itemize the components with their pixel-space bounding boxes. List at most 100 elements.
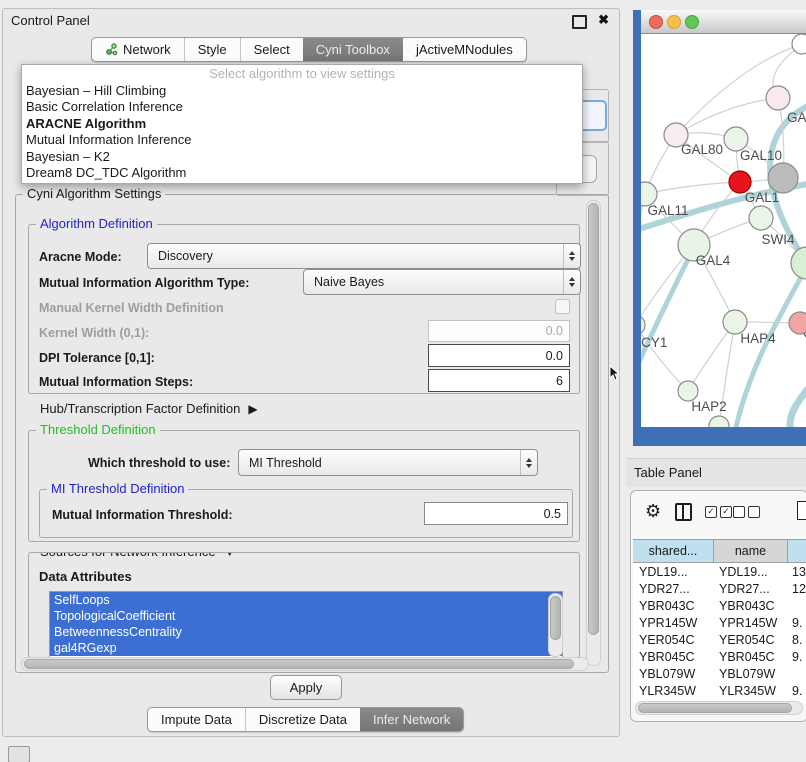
select-all-columns-icon[interactable]: ✓✓ (705, 506, 732, 518)
manual-kernel-checkbox[interactable] (555, 299, 570, 314)
table-horizontal-scrollbar[interactable] (635, 701, 803, 715)
algorithm-dropdown-popup: Select algorithm to view settings Bayesi… (21, 64, 583, 184)
apply-button[interactable]: Apply (270, 675, 342, 700)
float-window-icon[interactable] (572, 15, 587, 29)
network-node-hap2[interactable] (678, 381, 698, 401)
data-attribute-item[interactable]: SelfLoops (50, 592, 562, 608)
network-view-window: GAL7GAL80GAL10GAL1GAL11GAL4SWI4GCY1HAP4Y… (633, 10, 806, 446)
tab-network-label: Network (123, 42, 171, 57)
network-canvas[interactable]: GAL7GAL80GAL10GAL1GAL11GAL4SWI4GCY1HAP4Y… (641, 34, 806, 427)
table-row[interactable]: YBR045CYBR045C9. (633, 648, 806, 665)
table-cell: YBR043C (713, 599, 786, 613)
mac-minimize-button[interactable] (667, 15, 681, 29)
table-cell: YBL079W (713, 667, 786, 681)
node-label: GAL1 (745, 190, 780, 205)
tab-select[interactable]: Select (240, 38, 303, 61)
algorithm-option[interactable]: Bayesian – Hill Climbing (22, 83, 582, 99)
network-node-swi4[interactable] (791, 247, 806, 279)
node-label: SWI4 (761, 232, 794, 247)
list-vertical-scrollbar[interactable] (548, 593, 563, 657)
minimized-panel-icon[interactable] (8, 746, 30, 762)
dpi-tolerance-field[interactable]: 0.0 (428, 344, 570, 367)
network-icon (105, 43, 118, 56)
network-node[interactable] (709, 416, 729, 427)
data-attribute-item[interactable]: BetweennessCentrality (50, 624, 562, 640)
tab-cyni-toolbox[interactable]: Cyni Toolbox (303, 38, 403, 61)
deselect-all-columns-icon[interactable] (733, 506, 760, 518)
which-threshold-label: Which threshold to use: (88, 456, 230, 470)
hub-definition-toggle[interactable]: Hub/Transcription Factor Definition▶ (40, 401, 258, 416)
table-panel-window: ⚙ ✓✓ shared... name YDL19...YDL19...13YD… (630, 490, 806, 722)
column-header-clipped[interactable] (788, 540, 806, 562)
table-cell: 12 (786, 582, 806, 596)
table-row[interactable]: YER054CYER054C8. (633, 631, 806, 648)
mi-steps-label: Mutual Information Steps: (39, 375, 193, 389)
close-icon[interactable]: ✖ (598, 12, 609, 28)
mi-algorithm-type-combo[interactable]: Naive Bayes (303, 269, 581, 295)
node-label: GAL4 (696, 253, 731, 268)
mi-steps-field[interactable]: 6 (428, 369, 570, 392)
settings-horizontal-scrollbar[interactable] (21, 657, 589, 671)
algorithm-option[interactable]: Basic Correlation Inference (22, 99, 582, 115)
table-cell: YDL19... (633, 565, 713, 579)
column-header-shared-name[interactable]: shared... (633, 540, 714, 562)
aracne-mode-combo[interactable]: Discovery (147, 243, 581, 269)
data-attribute-item[interactable]: gal4RGexp (50, 640, 562, 656)
mac-zoom-button[interactable] (685, 15, 699, 29)
settings-vertical-scrollbar[interactable] (586, 200, 601, 666)
sources-group: Sources for Network Inference ▼ Data Att… (28, 552, 580, 658)
table-row[interactable]: YDR27...YDR27...12 (633, 580, 806, 597)
document-icon[interactable] (797, 501, 806, 520)
table-cell: YLR345W (633, 684, 713, 698)
kernel-width-field[interactable]: 0.0 (428, 320, 570, 342)
table-row[interactable]: YDL19...YDL19...13 (633, 563, 806, 580)
algorithm-option[interactable]: ARACNE Algorithm (22, 116, 582, 132)
data-attributes-list[interactable]: SelfLoopsTopologicalCoefficientBetweenne… (49, 591, 563, 658)
network-node[interactable] (792, 34, 806, 54)
sources-group-title[interactable]: Sources for Network Inference ▼ (36, 552, 239, 559)
table-row[interactable]: YPR145WYPR145W9. (633, 614, 806, 631)
network-node[interactable] (768, 163, 798, 193)
network-node-gcy1[interactable] (641, 315, 645, 335)
table-cell: 8. (786, 633, 806, 647)
table-row[interactable]: YLR345WYLR345W9. (633, 682, 806, 699)
table-cell: YBL079W (633, 667, 713, 681)
tab-discretize-data[interactable]: Discretize Data (245, 708, 360, 731)
algorithm-option[interactable]: Mutual Information Inference (22, 132, 582, 148)
cyni-bottom-tabs: Impute Data Discretize Data Infer Networ… (147, 707, 464, 732)
network-node-gal7[interactable] (766, 86, 790, 110)
table-row[interactable]: YBR043CYBR043C (633, 597, 806, 614)
algorithm-definition-group: Algorithm Definition Aracne Mode: Discov… (28, 224, 580, 394)
column-header-name[interactable]: name (714, 540, 788, 562)
tab-network[interactable]: Network (92, 38, 184, 61)
tab-style[interactable]: Style (184, 38, 240, 61)
node-label: HAP4 (740, 331, 776, 346)
mi-threshold-field[interactable]: 0.5 (424, 502, 568, 525)
tab-infer-network[interactable]: Infer Network (360, 708, 463, 731)
expanded-arrow-icon: ▼ (224, 552, 235, 559)
control-panel-titlebar: Control Panel ✖ (3, 9, 619, 33)
mac-close-button[interactable] (649, 15, 663, 29)
aracne-mode-label: Aracne Mode: (39, 250, 122, 264)
columns-icon[interactable] (675, 503, 692, 521)
algorithm-option[interactable]: Bayesian – K2 (22, 149, 582, 165)
mouse-cursor (609, 365, 621, 381)
data-attribute-item[interactable]: TopologicalCoefficient (50, 608, 562, 624)
control-panel-window: Control Panel ✖ Network Style Select (2, 8, 620, 737)
mi-threshold-group: MI Threshold Definition Mutual Informati… (39, 489, 573, 538)
tab-impute-data[interactable]: Impute Data (148, 708, 245, 731)
gear-icon[interactable]: ⚙ (645, 501, 661, 522)
network-node[interactable] (749, 206, 773, 230)
table-cell: YDR27... (633, 582, 713, 596)
node-label: GAL80 (681, 142, 723, 157)
mi-threshold-label: Mutual Information Threshold: (52, 508, 233, 522)
table-cell: YBR043C (633, 599, 713, 613)
which-threshold-combo[interactable]: MI Threshold (238, 449, 538, 476)
algorithm-option[interactable]: Dream8 DC_TDC Algorithm (22, 165, 582, 181)
table-panel-titlebar: Table Panel (626, 458, 806, 487)
tab-jactivemnodules[interactable]: jActiveMNodules (403, 38, 526, 61)
dpi-tolerance-label: DPI Tolerance [0,1]: (39, 351, 155, 365)
table-row[interactable]: YBL079WYBL079W (633, 665, 806, 682)
table-cell: YER054C (633, 633, 713, 647)
screen: Control Panel ✖ Network Style Select (0, 0, 806, 762)
